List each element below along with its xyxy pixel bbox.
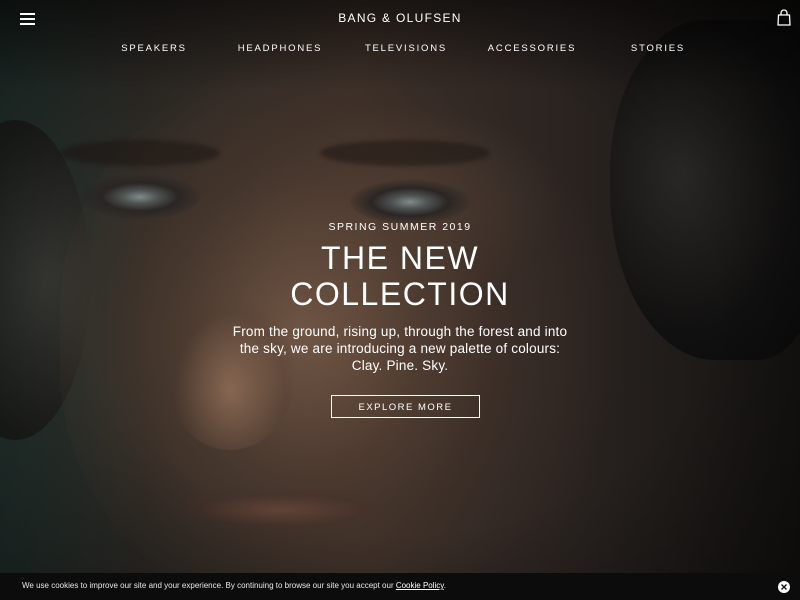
cookie-policy-link[interactable]: Cookie Policy bbox=[396, 581, 444, 590]
shopping-bag-icon[interactable] bbox=[777, 9, 793, 26]
main-navigation: SPEAKERS HEADPHONES TELEVISIONS ACCESSOR… bbox=[0, 43, 800, 57]
hero-description: From the ground, rising up, through the … bbox=[232, 324, 568, 373]
explore-more-button[interactable]: EXPLORE MORE bbox=[331, 395, 480, 418]
headline-line-1: THE NEW bbox=[320, 240, 480, 276]
headline-line-2: COLLECTION bbox=[290, 276, 510, 312]
close-icon[interactable] bbox=[778, 581, 790, 593]
nav-item-speakers[interactable]: SPEAKERS bbox=[121, 43, 187, 54]
nav-item-televisions[interactable]: TELEVISIONS bbox=[365, 43, 447, 54]
cookie-text: We use cookies to improve our site and y… bbox=[22, 581, 396, 590]
cookie-text-suffix: . bbox=[443, 581, 446, 590]
brand-logo[interactable]: BANG & OLUFSEN bbox=[0, 11, 800, 25]
hero-eyebrow: SPRING SUMMER 2019 bbox=[328, 221, 472, 233]
cookie-banner: We use cookies to improve our site and y… bbox=[0, 573, 800, 600]
hero-headline: THE NEW COLLECTION bbox=[0, 240, 800, 312]
cookie-message: We use cookies to improve our site and y… bbox=[22, 581, 446, 590]
hero-background-image: BANG & OLUFSEN SPEAKERS HEADPHONES TELEV… bbox=[0, 0, 800, 600]
nav-item-headphones[interactable]: HEADPHONES bbox=[238, 43, 323, 54]
nav-item-accessories[interactable]: ACCESSORIES bbox=[488, 43, 576, 54]
nav-item-stories[interactable]: STORIES bbox=[631, 43, 685, 54]
